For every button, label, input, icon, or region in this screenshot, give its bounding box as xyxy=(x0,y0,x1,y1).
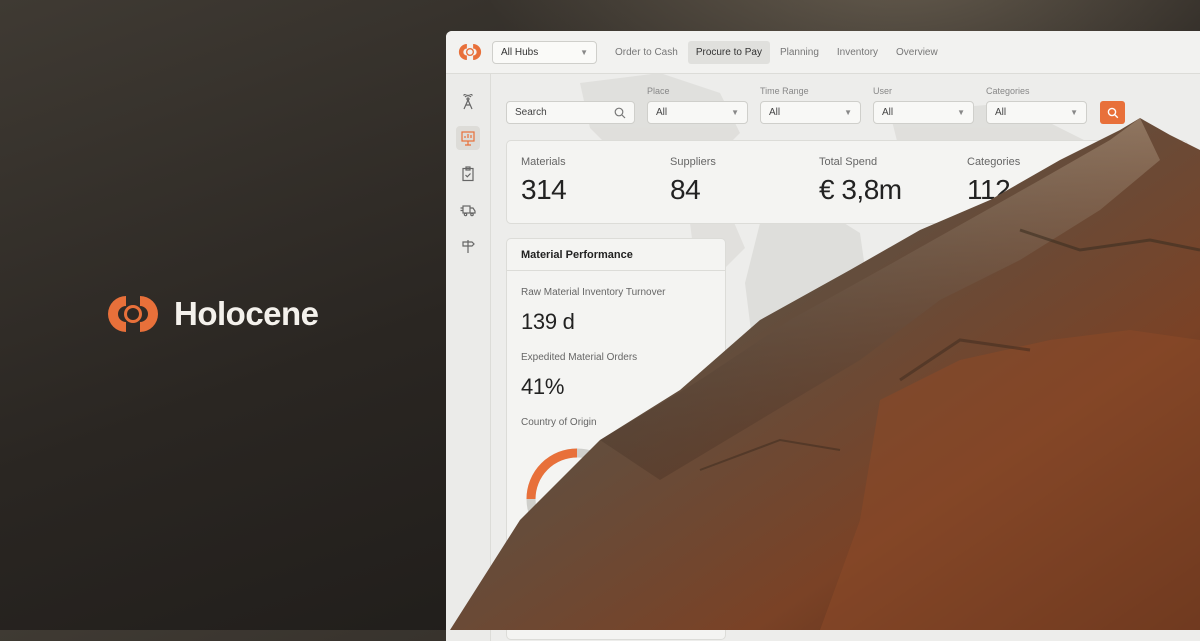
presentation-chart-icon xyxy=(461,131,475,146)
chevron-down-icon: ▼ xyxy=(731,108,739,117)
kpi-value: 314 xyxy=(521,174,567,205)
kpi-summary-card: Materials 314 Suppliers 84 Total Spend €… xyxy=(506,140,1188,224)
country-of-origin-label: Country of Origin xyxy=(521,417,597,428)
search-icon xyxy=(1107,107,1118,118)
tab-overview[interactable]: Overview xyxy=(888,41,946,64)
metric-value: 139 d xyxy=(521,309,575,334)
kpi-value: € 3,8m xyxy=(819,174,902,205)
delivery-truck-icon xyxy=(460,205,476,217)
clipboard-check-icon xyxy=(462,166,474,182)
metric-label: Raw Material Inventory Turnover xyxy=(521,287,666,298)
tab-order-to-cash[interactable]: Order to Cash xyxy=(607,41,686,64)
brand-name: Holocene xyxy=(174,295,319,332)
chevron-down-icon: ▼ xyxy=(1070,108,1078,117)
place-filter-select[interactable]: All ▼ xyxy=(647,101,748,124)
hub-select[interactable]: All Hubs ▼ xyxy=(492,40,597,64)
donut-highlight-arc xyxy=(526,448,578,500)
kpi-label: Categories xyxy=(967,156,1021,168)
kpi-categories: Categories 112 xyxy=(967,156,1020,206)
chevron-down-icon: ▼ xyxy=(957,108,965,117)
tab-planning[interactable]: Planning xyxy=(772,41,827,64)
metric-value: 41% xyxy=(521,374,565,399)
sidebar-item-tasks[interactable] xyxy=(456,162,480,186)
brand-lockup: Holocene xyxy=(106,294,319,334)
divider xyxy=(507,270,725,271)
kpi-label: Materials xyxy=(521,156,566,168)
sidebar-item-antenna[interactable] xyxy=(456,90,480,114)
sidebar xyxy=(446,74,491,641)
place-filter-value: All xyxy=(656,107,668,118)
user-filter-select[interactable]: All ▼ xyxy=(873,101,974,124)
kpi-materials: Materials 314 xyxy=(521,156,567,206)
categories-filter-select[interactable]: All ▼ xyxy=(986,101,1087,124)
sidebar-item-directions[interactable] xyxy=(456,234,480,258)
hub-select-value: All Hubs xyxy=(501,46,539,58)
top-navigation-bar: All Hubs ▼ Order to Cash Procure to Pay … xyxy=(446,31,1200,74)
metric-label: Expedited Material Orders xyxy=(521,352,638,363)
app-logo-icon[interactable] xyxy=(458,43,482,61)
chevron-down-icon: ▼ xyxy=(580,47,588,57)
chevron-down-icon: ▼ xyxy=(844,108,852,117)
search-icon xyxy=(614,107,626,118)
app-window: All Hubs ▼ Order to Cash Procure to Pay … xyxy=(446,31,1200,641)
kpi-value: 112 xyxy=(967,174,1011,205)
material-performance-card: Material Performance Raw Material Invent… xyxy=(506,238,726,640)
sidebar-item-dashboard[interactable] xyxy=(456,126,480,150)
kpi-label: Suppliers xyxy=(670,156,716,168)
tab-procure-to-pay[interactable]: Procure to Pay xyxy=(687,40,770,64)
card-title: Material Performance xyxy=(521,249,633,261)
signpost-icon xyxy=(462,240,475,253)
kpi-total-spend: Total Spend € 3,8m xyxy=(819,156,902,206)
user-filter-value: All xyxy=(882,107,894,118)
country-of-origin-donut-chart xyxy=(526,448,628,550)
kpi-label: Total Spend xyxy=(819,156,878,168)
holocene-logo-icon xyxy=(108,296,158,332)
time-range-filter-value: All xyxy=(769,107,781,118)
antenna-tower-icon xyxy=(463,94,473,110)
kpi-value: 84 xyxy=(670,174,701,205)
search-input[interactable]: Search xyxy=(506,101,635,124)
user-filter-label: User xyxy=(873,86,893,96)
search-placeholder: Search xyxy=(515,107,547,118)
kpi-suppliers: Suppliers 84 xyxy=(670,156,716,206)
sidebar-item-delivery[interactable] xyxy=(456,198,480,222)
place-filter-label: Place xyxy=(647,86,670,96)
categories-filter-value: All xyxy=(995,107,1007,118)
time-range-filter-label: Time Range xyxy=(760,86,809,96)
tab-inventory[interactable]: Inventory xyxy=(829,41,886,64)
apply-search-button[interactable] xyxy=(1100,101,1125,124)
time-range-filter-select[interactable]: All ▼ xyxy=(760,101,861,124)
categories-filter-label: Categories xyxy=(986,86,1030,96)
